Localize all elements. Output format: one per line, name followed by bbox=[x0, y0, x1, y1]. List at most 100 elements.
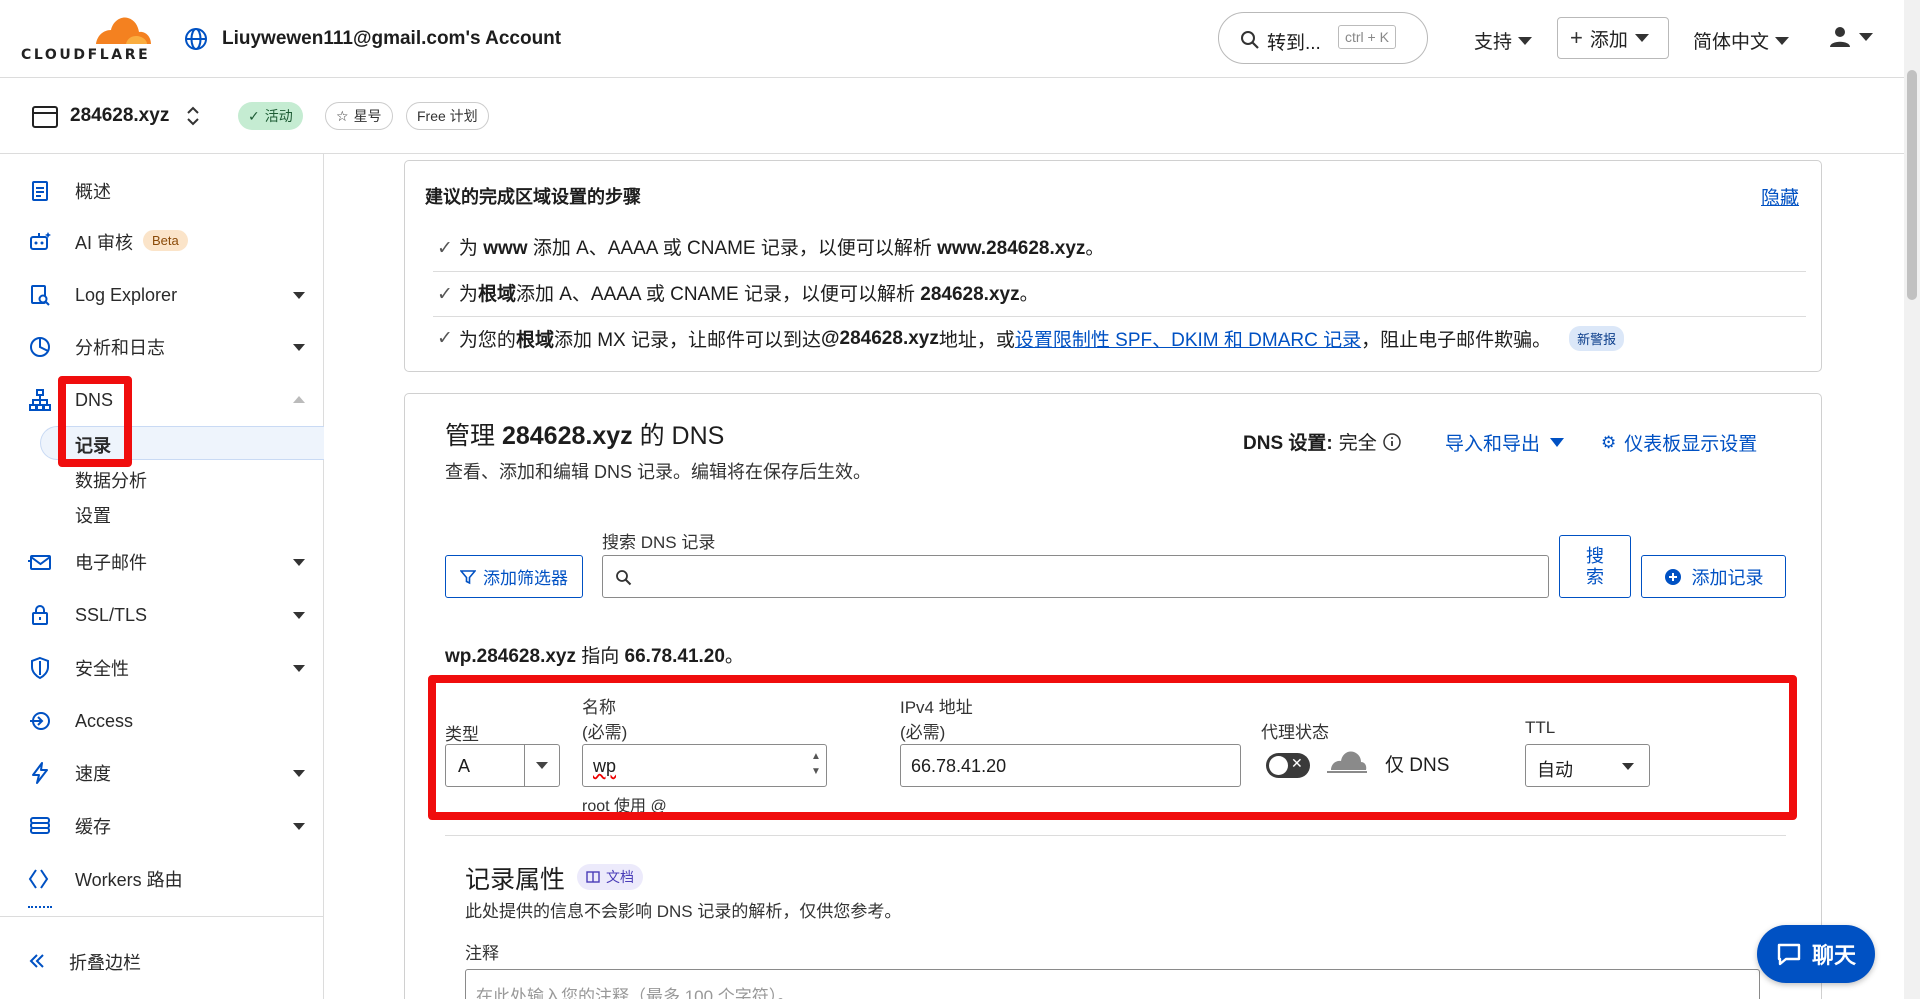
check-icon: ✓ bbox=[437, 284, 453, 305]
page-scrollbar[interactable] bbox=[1904, 0, 1920, 999]
setup-step-mx: ✓ 为您的 根域 添加 MX 记录，让邮件可以到达 @284628.xyz 地址，或设… bbox=[437, 325, 1625, 352]
sidebar-label: 安全性 bbox=[75, 659, 129, 679]
workers-icon bbox=[28, 867, 52, 891]
comment-placeholder: 在此处输入您的注释（最多 100 个字符）。 bbox=[476, 987, 795, 999]
sidebar-item-security[interactable]: 安全性 bbox=[0, 648, 323, 688]
dns-settings-status[interactable]: DNS 设置: 完全 bbox=[1243, 428, 1401, 455]
sidebar-label: 速度 bbox=[75, 764, 111, 784]
logo-wordmark: CLOUDFLARE bbox=[21, 47, 151, 63]
chat-button[interactable]: 聊天 bbox=[1757, 925, 1875, 983]
globe-icon bbox=[184, 27, 208, 51]
dns-settings-label: DNS 设置: bbox=[1243, 433, 1333, 454]
sidebar-label: SSL/TLS bbox=[75, 604, 148, 625]
sidebar-item-ssl[interactable]: SSL/TLS bbox=[0, 595, 323, 635]
sidebar-item-workers-routes[interactable]: Workers 路由 bbox=[0, 859, 323, 899]
language-menu[interactable]: 简体中文 bbox=[1693, 27, 1790, 54]
plus-icon: + bbox=[1570, 25, 1583, 50]
log-search-icon bbox=[28, 283, 52, 307]
sidebar-item-analytics[interactable]: 分析和日志 bbox=[0, 327, 323, 367]
clipboard-icon bbox=[28, 179, 52, 203]
sidebar-item-speed[interactable]: 速度 bbox=[0, 753, 323, 793]
setup-divider bbox=[433, 316, 1806, 317]
double-chevron-left-icon bbox=[28, 952, 46, 970]
sidebar-subitem-settings[interactable]: 设置 bbox=[75, 502, 111, 528]
search-button[interactable]: 搜索 bbox=[1559, 535, 1631, 598]
sidebar-item-ai-audit[interactable]: AI 审核 Beta bbox=[0, 222, 323, 262]
account-name[interactable]: Liuywewen111@gmail.com's Account bbox=[222, 28, 561, 50]
form-divider bbox=[445, 835, 1786, 836]
setup-title: 建议的完成区域设置的步骤 bbox=[425, 187, 641, 207]
add-record-button[interactable]: 添加记录 bbox=[1641, 555, 1786, 598]
comment-label: 注释 bbox=[465, 944, 499, 963]
record-form-highlight-box bbox=[428, 675, 1797, 820]
info-icon[interactable] bbox=[1383, 432, 1401, 451]
chat-bubble-icon bbox=[1776, 942, 1802, 966]
chevron-down-icon bbox=[293, 822, 305, 830]
shield-icon bbox=[28, 656, 52, 680]
sidebar-label: Log Explorer bbox=[75, 284, 178, 305]
collapse-sidebar-button[interactable]: 折叠边栏 bbox=[0, 942, 323, 982]
sidebar-label: 电子邮件 bbox=[75, 553, 147, 573]
sidebar-label: 分析和日志 bbox=[75, 338, 165, 358]
comment-input[interactable]: 在此处输入您的注释（最多 100 个字符）。 bbox=[465, 969, 1760, 999]
sidebar-item-access[interactable]: Access bbox=[0, 701, 323, 741]
mail-icon bbox=[28, 550, 52, 574]
dns-settings-value: 完全 bbox=[1338, 433, 1377, 454]
add-label: 添加 bbox=[1589, 29, 1628, 51]
network-icon bbox=[28, 388, 52, 412]
sidebar-collapse-divider bbox=[0, 916, 323, 917]
chevron-down-icon bbox=[1550, 438, 1565, 447]
sidebar-item-log-explorer[interactable]: Log Explorer bbox=[0, 275, 323, 315]
sidebar-item-overview[interactable]: 概述 bbox=[0, 171, 323, 211]
scrollbar-thumb[interactable] bbox=[1907, 70, 1917, 300]
chevron-down-icon bbox=[1518, 36, 1533, 45]
search-icon bbox=[615, 569, 632, 586]
robot-icon bbox=[28, 230, 52, 254]
gear-icon: ⚙ bbox=[1601, 432, 1617, 452]
plan-badge[interactable]: Free 计划 bbox=[406, 102, 489, 130]
chevron-down-icon bbox=[293, 611, 305, 619]
chevron-down-icon bbox=[1775, 36, 1790, 45]
chevron-down-icon bbox=[1859, 33, 1873, 41]
setup-step-www: ✓ 为 www 添加 A、AAAA 或 CNAME 记录，以便可以解析 www.2… bbox=[437, 238, 1105, 259]
docs-badge[interactable]: 文档 bbox=[577, 864, 643, 890]
sidebar-item-cache[interactable]: 缓存 bbox=[0, 806, 323, 846]
add-filter-label: 添加筛选器 bbox=[483, 569, 568, 588]
support-menu[interactable]: 支持 bbox=[1474, 27, 1533, 54]
sidebar-subitem-analytics[interactable]: 数据分析 bbox=[75, 467, 147, 493]
browser-window-icon bbox=[32, 106, 58, 128]
chevron-down-icon bbox=[1634, 34, 1649, 42]
import-export-menu[interactable]: 导入和导出 bbox=[1445, 429, 1565, 456]
user-menu[interactable] bbox=[1829, 26, 1873, 48]
shortcut-hint: ctrl + K bbox=[1338, 25, 1396, 49]
record-attributes-desc: 此处提供的信息不会影响 DNS 记录的解析，仅供您参考。 bbox=[465, 902, 902, 921]
chevron-down-icon bbox=[293, 343, 305, 351]
pie-chart-icon bbox=[28, 335, 52, 359]
cloudflare-logo[interactable]: CLOUDFLARE bbox=[20, 12, 155, 63]
add-filter-button[interactable]: 添加筛选器 bbox=[445, 555, 583, 598]
star-button[interactable]: ☆ 星号 bbox=[325, 102, 393, 130]
sidebar-label: Access bbox=[75, 710, 134, 731]
book-icon bbox=[586, 871, 600, 883]
sidebar-label: 概述 bbox=[75, 182, 111, 202]
sidebar-item-dns[interactable]: DNS bbox=[0, 380, 323, 420]
record-attributes-title: 记录属性 bbox=[465, 866, 566, 894]
setup-divider bbox=[433, 271, 1806, 272]
add-menu-button[interactable]: + 添加 bbox=[1557, 17, 1669, 59]
collapse-label: 折叠边栏 bbox=[69, 953, 141, 973]
hide-setup-link[interactable]: 隐藏 bbox=[1761, 183, 1799, 210]
chat-label: 聊天 bbox=[1811, 943, 1856, 968]
sidebar-item-email[interactable]: 电子邮件 bbox=[0, 542, 323, 582]
beta-badge: Beta bbox=[143, 230, 188, 251]
top-header: CLOUDFLARE Liuywewen111@gmail.com's Acco… bbox=[0, 0, 1904, 78]
setup-step-root: ✓ 为根域添加 A、AAAA 或 CNAME 记录，以便可以解析 284628.x… bbox=[437, 284, 1039, 305]
zone-switcher-icon[interactable] bbox=[185, 104, 201, 128]
sidebar-label: Workers 路由 bbox=[75, 870, 183, 890]
search-dns-input[interactable] bbox=[602, 555, 1549, 598]
docs-label: 文档 bbox=[606, 869, 634, 885]
dashboard-display-settings[interactable]: ⚙ 仪表板显示设置 bbox=[1601, 429, 1757, 456]
zone-domain[interactable]: 284628.xyz bbox=[70, 105, 169, 127]
spf-dkim-dmarc-link[interactable]: 设置限制性 SPF、DKIM 和 DMARC 记录 bbox=[1015, 325, 1361, 352]
check-icon: ✓ bbox=[437, 328, 453, 349]
goto-search-button[interactable]: 转到... ctrl + K bbox=[1218, 12, 1428, 64]
